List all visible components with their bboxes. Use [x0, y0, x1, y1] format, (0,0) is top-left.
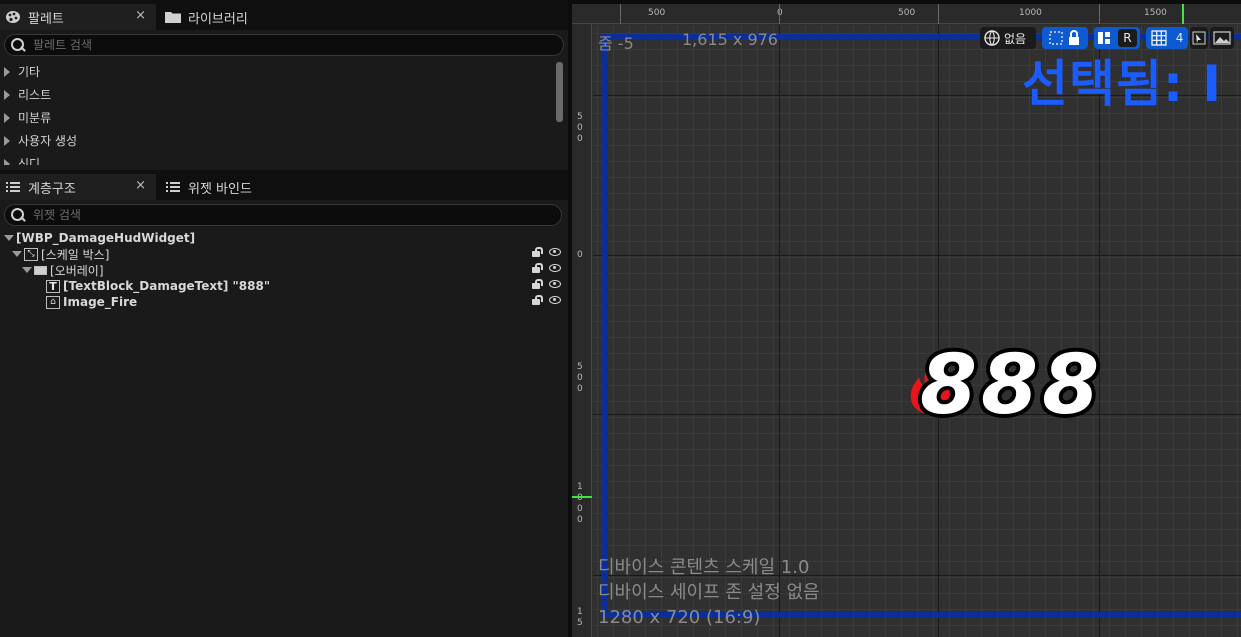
damage-text[interactable]: 888 [920, 338, 1103, 433]
ruler-left: 5 0 0 0 5 0 0 1 0 0 0 1 5 [572, 24, 592, 637]
overlay-icon [34, 265, 47, 275]
expand-arrow-icon [4, 135, 10, 146]
tab-widget-binding[interactable]: 위젯 바인드 [160, 174, 310, 200]
ruler-label: 1500 [1144, 8, 1167, 18]
tree-row[interactable]: ⤡ [스케일 박스] [0, 246, 568, 262]
layout-icon [1098, 32, 1111, 44]
hierarchy-tree: [WBP_DamageHudWidget] ⤡ [스케일 박스] [오버레이] … [0, 230, 568, 310]
tab-library[interactable]: 라이브러리 [160, 4, 310, 30]
palette-tabbar: 팔레트 × 라이브러리 [0, 0, 568, 30]
image-icon: ⌂ [46, 295, 60, 309]
ruler-label: 5 0 0 [577, 112, 583, 144]
zoom-label: 줌 -5 [598, 34, 634, 53]
tab-hierarchy-label: 계층구조 [28, 181, 76, 197]
tree-row-label: [스케일 박스] [41, 247, 110, 262]
category-label: 사용자 생성 [18, 134, 78, 148]
designer-viewport[interactable]: 500 0 500 1000 1500 5 0 0 0 5 0 0 1 0 0 … [572, 0, 1241, 637]
search-icon [9, 36, 27, 54]
umg-editor: 팔레트 × 라이브러리 기타 리스트 미분류 사용자 생성 신디 [0, 0, 1241, 637]
palette-category[interactable]: 신디 [0, 152, 552, 165]
eye-icon[interactable] [549, 280, 561, 288]
globe-icon [984, 30, 1000, 46]
expand-arrow-icon [4, 66, 10, 77]
palette-icon [4, 10, 22, 24]
tree-row-label: [TextBlock_DamageText] "888" [63, 279, 271, 293]
resolution-label: 1,615 x 976 [682, 30, 778, 49]
mouse-marker [572, 496, 592, 498]
text-block-icon: T [46, 279, 60, 293]
ruler-top: 500 0 500 1000 1500 [572, 4, 1241, 24]
tab-library-label: 라이브러리 [188, 11, 248, 27]
tree-row[interactable]: [WBP_DamageHudWidget] [0, 230, 568, 246]
mouse-marker [1182, 4, 1184, 24]
hierarchy-tabbar: 계층구조 × 위젯 바인드 [0, 170, 568, 200]
lock-icon[interactable] [531, 263, 541, 273]
palette-search[interactable] [4, 34, 564, 56]
category-label: 신디 [18, 157, 41, 165]
expand-arrow-icon [4, 89, 10, 100]
device-content-scale: 디바이스 콘텐츠 스케일 1.0 [598, 557, 810, 578]
tab-palette-label: 팔레트 [28, 11, 64, 27]
tree-row-label: [오버레이] [50, 263, 104, 278]
close-icon[interactable]: × [135, 178, 146, 193]
palette-scrollbar[interactable] [556, 62, 563, 122]
tree-row[interactable]: ⌂ Image_Fire [0, 294, 568, 310]
eye-icon[interactable] [549, 248, 561, 256]
left-panel: 팔레트 × 라이브러리 기타 리스트 미분류 사용자 생성 신디 [0, 0, 568, 637]
collapse-arrow-icon[interactable] [12, 251, 22, 257]
ruler-label: 500 [898, 8, 916, 18]
palette-search-input[interactable] [33, 38, 513, 52]
screen-bounds-frame [602, 34, 1241, 618]
palette-category[interactable]: 사용자 생성 [0, 129, 552, 152]
ruler-label: 0 [577, 250, 583, 260]
list-icon [164, 180, 182, 194]
ruler-label: 1 5 [577, 607, 583, 628]
selected-widget-label: 선택됨: I [1022, 55, 1223, 113]
hierarchy-search-input[interactable] [33, 208, 513, 222]
tree-row[interactable]: T [TextBlock_DamageText] "888" [0, 278, 568, 294]
tree-row[interactable]: [오버레이] [0, 262, 568, 278]
grid-snap-value: 4 [1175, 31, 1184, 45]
device-safe-zone: 디바이스 세이프 존 설정 없음 [598, 582, 820, 603]
tree-row-label: Image_Fire [63, 295, 138, 309]
hierarchy-search[interactable] [4, 204, 562, 226]
palette-category[interactable]: 미분류 [0, 106, 552, 129]
collapse-arrow-icon[interactable] [22, 267, 32, 273]
lock-icon[interactable] [531, 247, 541, 257]
ruler-label: 5 0 0 [577, 362, 583, 394]
category-label: 리스트 [18, 88, 52, 102]
palette-category-list: 기타 리스트 미분류 사용자 생성 신디 [0, 60, 552, 165]
tab-palette[interactable]: 팔레트 × [0, 4, 156, 30]
category-label: 기타 [18, 65, 41, 79]
image-icon [1213, 31, 1231, 45]
palette-category[interactable]: 리스트 [0, 83, 552, 106]
screen-size-label: 1280 x 720 (16:9) [598, 607, 761, 628]
tree-row-label: [WBP_DamageHudWidget] [16, 231, 196, 245]
tab-widget-binding-label: 위젯 바인드 [188, 181, 252, 197]
lock-icon[interactable] [531, 279, 541, 289]
folder-icon [164, 10, 182, 24]
ruler-label: 1 0 0 0 [577, 482, 583, 525]
cursor-icon [1192, 31, 1206, 45]
ruler-label: 1000 [1019, 8, 1042, 18]
lock-icon[interactable] [531, 295, 541, 305]
eye-icon[interactable] [549, 296, 561, 304]
device-info: 디바이스 콘텐츠 스케일 1.0 디바이스 세이프 존 설정 없음 1280 x… [598, 555, 820, 630]
category-label: 미분류 [18, 111, 52, 125]
tab-hierarchy[interactable]: 계층구조 × [0, 174, 156, 200]
list-icon [4, 180, 22, 194]
collapse-arrow-icon[interactable] [4, 235, 14, 241]
expand-arrow-icon [4, 158, 10, 165]
eye-icon[interactable] [549, 264, 561, 272]
palette-category[interactable]: 기타 [0, 60, 552, 83]
close-icon[interactable]: × [135, 8, 146, 23]
scale-box-icon: ⤡ [24, 247, 38, 261]
search-icon [9, 206, 27, 224]
expand-arrow-icon [4, 112, 10, 123]
ruler-label: 500 [648, 8, 666, 18]
